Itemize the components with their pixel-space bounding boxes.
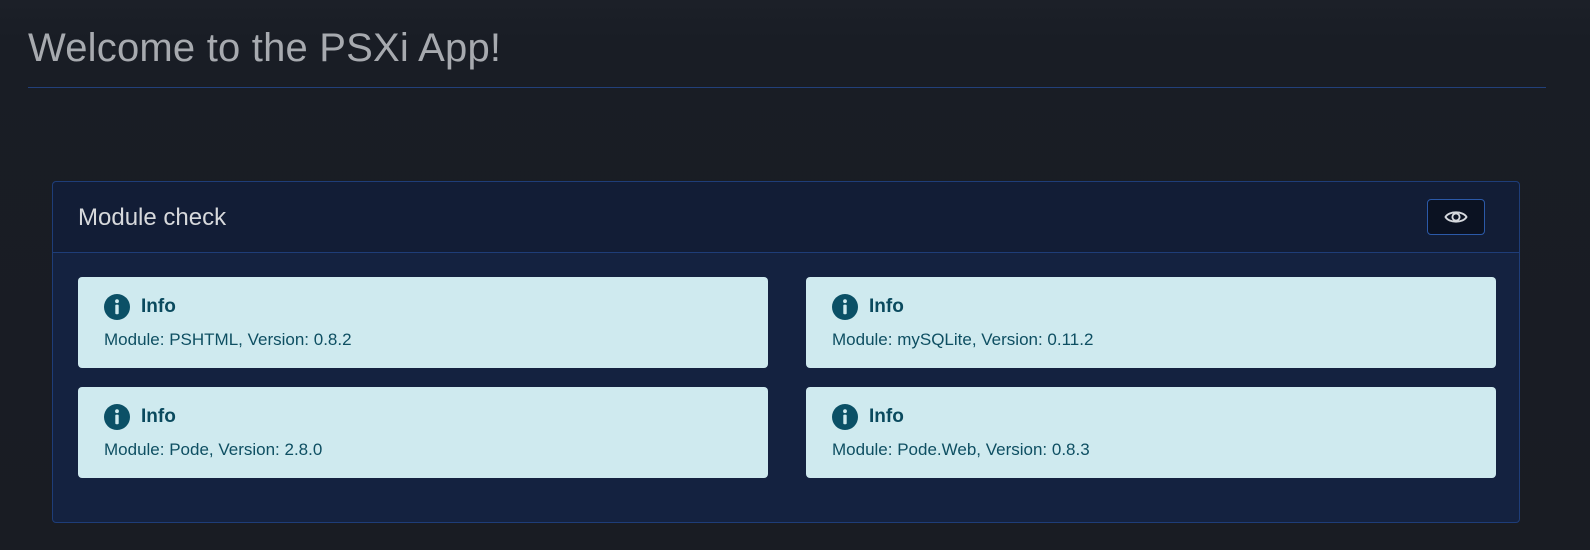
alert-title: Info [141, 406, 176, 427]
alert-message: Module: PSHTML, Version: 0.8.2 [104, 330, 352, 349]
alert-message: Module: mySQLite, Version: 0.11.2 [832, 330, 1094, 349]
alert-heading: Info [832, 404, 904, 430]
card-header: Module check [53, 182, 1519, 253]
info-circle-icon [832, 294, 858, 320]
card-title: Module check [78, 204, 227, 231]
alert-heading: Info [832, 294, 904, 320]
page-title: Welcome to the PSXi App! [28, 26, 502, 70]
info-circle-icon [832, 404, 858, 430]
alert-info: Info Module: Pode, Version: 2.8.0 [78, 387, 768, 478]
alert-message: Module: Pode, Version: 2.8.0 [104, 440, 323, 459]
alert-heading: Info [104, 294, 176, 320]
alert-message: Module: Pode.Web, Version: 0.8.3 [832, 440, 1090, 459]
eye-icon [1444, 211, 1468, 223]
info-circle-icon [104, 294, 130, 320]
title-divider [28, 87, 1546, 88]
toggle-visibility-button[interactable] [1427, 199, 1485, 235]
alert-title: Info [141, 296, 176, 317]
alert-title: Info [869, 296, 904, 317]
info-circle-icon [104, 404, 130, 430]
alert-info: Info Module: PSHTML, Version: 0.8.2 [78, 277, 768, 368]
alert-title: Info [869, 406, 904, 427]
page: Welcome to the PSXi App! Module check In… [0, 0, 1590, 550]
alert-info: Info Module: Pode.Web, Version: 0.8.3 [806, 387, 1496, 478]
alert-heading: Info [104, 404, 176, 430]
alert-info: Info Module: mySQLite, Version: 0.11.2 [806, 277, 1496, 368]
module-check-card: Module check Info Module: PSHTML, Versio… [52, 181, 1520, 523]
